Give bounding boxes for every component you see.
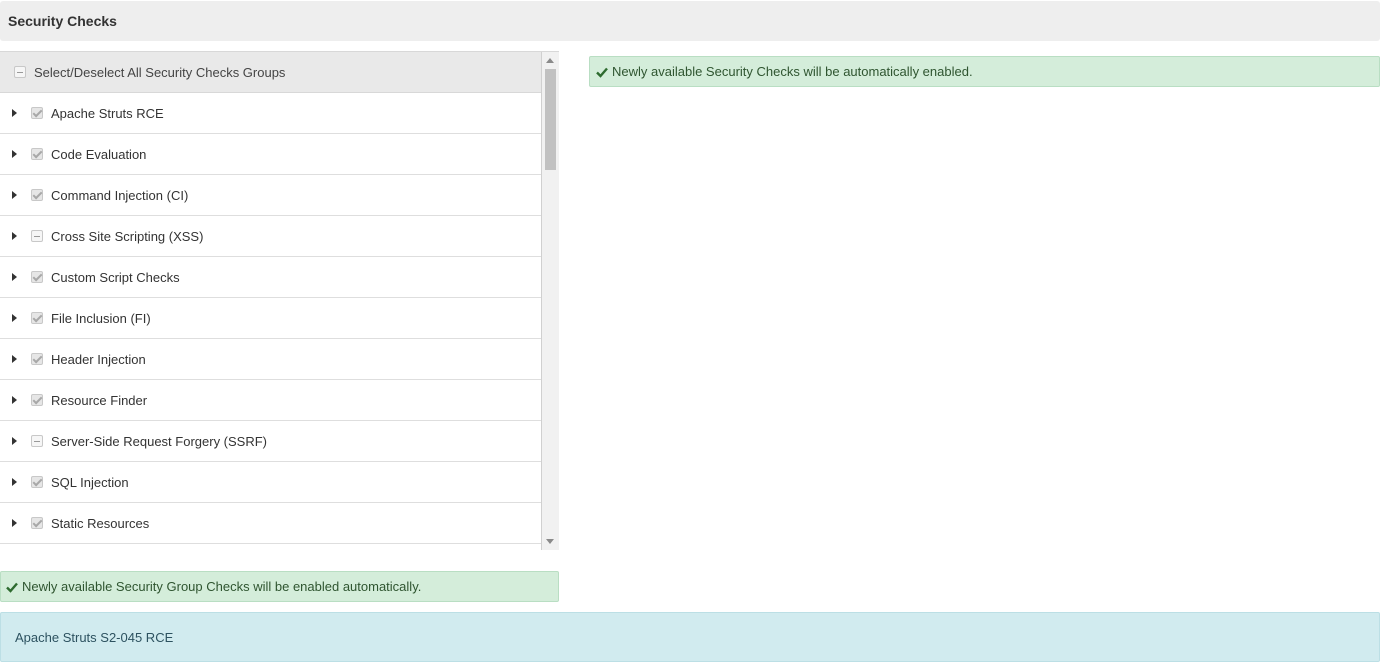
list-item-header-injection[interactable]: Header Injection	[0, 339, 541, 380]
caret-right-icon[interactable]	[12, 355, 17, 363]
caret-right-icon[interactable]	[12, 519, 17, 527]
selected-check-info: Apache Struts S2-045 RCE	[0, 612, 1380, 662]
item-checkbox[interactable]	[31, 230, 43, 242]
caret-right-icon[interactable]	[12, 396, 17, 404]
item-label: Code Evaluation	[51, 146, 147, 162]
auto-enable-groups-notice: Newly available Security Group Checks wi…	[0, 571, 559, 602]
list-scrollbar[interactable]	[542, 52, 559, 550]
notice-text: Newly available Security Group Checks wi…	[22, 579, 422, 594]
item-label: Server-Side Request Forgery (SSRF)	[51, 433, 268, 449]
list-item-code-evaluation[interactable]: Code Evaluation	[0, 134, 541, 175]
item-label: Apache Struts RCE	[51, 105, 164, 121]
list-item-ssrf[interactable]: Server-Side Request Forgery (SSRF)	[0, 421, 541, 462]
list-item-apache-struts-rce[interactable]: Apache Struts RCE	[0, 93, 541, 134]
caret-right-icon[interactable]	[12, 314, 17, 322]
caret-right-icon[interactable]	[12, 437, 17, 445]
scroll-thumb[interactable]	[545, 69, 556, 170]
item-label: Cross Site Scripting (XSS)	[51, 228, 204, 244]
item-checkbox[interactable]	[31, 312, 43, 324]
security-checks-list-body: Select/Deselect All Security Checks Grou…	[0, 52, 542, 550]
caret-right-icon[interactable]	[12, 273, 17, 281]
item-label: SQL Injection	[51, 474, 129, 490]
info-text: Apache Struts S2-045 RCE	[15, 629, 174, 645]
page-title: Security Checks	[0, 1, 1380, 41]
list-item-custom-script-checks[interactable]: Custom Script Checks	[0, 257, 541, 298]
auto-enable-checks-notice: Newly available Security Checks will be …	[589, 56, 1380, 87]
caret-right-icon[interactable]	[12, 232, 17, 240]
scroll-down-arrow-icon[interactable]	[546, 539, 554, 544]
item-checkbox[interactable]	[31, 435, 43, 447]
check-icon	[6, 582, 18, 593]
item-checkbox[interactable]	[31, 353, 43, 365]
item-checkbox[interactable]	[31, 148, 43, 160]
item-label: Static Resources	[51, 515, 150, 531]
caret-right-icon[interactable]	[12, 109, 17, 117]
list-item-file-inclusion[interactable]: File Inclusion (FI)	[0, 298, 541, 339]
select-all-label: Select/Deselect All Security Checks Grou…	[34, 64, 286, 80]
item-label: File Inclusion (FI)	[51, 310, 151, 326]
scroll-up-arrow-icon[interactable]	[546, 58, 554, 63]
notice-text: Newly available Security Checks will be …	[612, 64, 973, 79]
item-checkbox[interactable]	[31, 107, 43, 119]
list-item-resource-finder[interactable]: Resource Finder	[0, 380, 541, 421]
list-item-command-injection[interactable]: Command Injection (CI)	[0, 175, 541, 216]
item-checkbox[interactable]	[31, 517, 43, 529]
select-all-checkbox[interactable]	[14, 66, 26, 78]
check-icon	[596, 67, 608, 78]
item-label: Resource Finder	[51, 392, 148, 408]
item-label: Header Injection	[51, 351, 146, 367]
item-label: Command Injection (CI)	[51, 187, 189, 203]
item-checkbox[interactable]	[31, 271, 43, 283]
item-label: Custom Script Checks	[51, 269, 180, 285]
caret-right-icon[interactable]	[12, 478, 17, 486]
item-checkbox[interactable]	[31, 476, 43, 488]
list-item-cross-site-scripting[interactable]: Cross Site Scripting (XSS)	[0, 216, 541, 257]
list-item-static-resources[interactable]: Static Resources	[0, 503, 541, 544]
caret-right-icon[interactable]	[12, 150, 17, 158]
item-checkbox[interactable]	[31, 189, 43, 201]
caret-right-icon[interactable]	[12, 191, 17, 199]
select-all-row[interactable]: Select/Deselect All Security Checks Grou…	[0, 52, 541, 93]
item-checkbox[interactable]	[31, 394, 43, 406]
list-item-sql-injection[interactable]: SQL Injection	[0, 462, 541, 503]
security-checks-list: Select/Deselect All Security Checks Grou…	[0, 51, 559, 550]
